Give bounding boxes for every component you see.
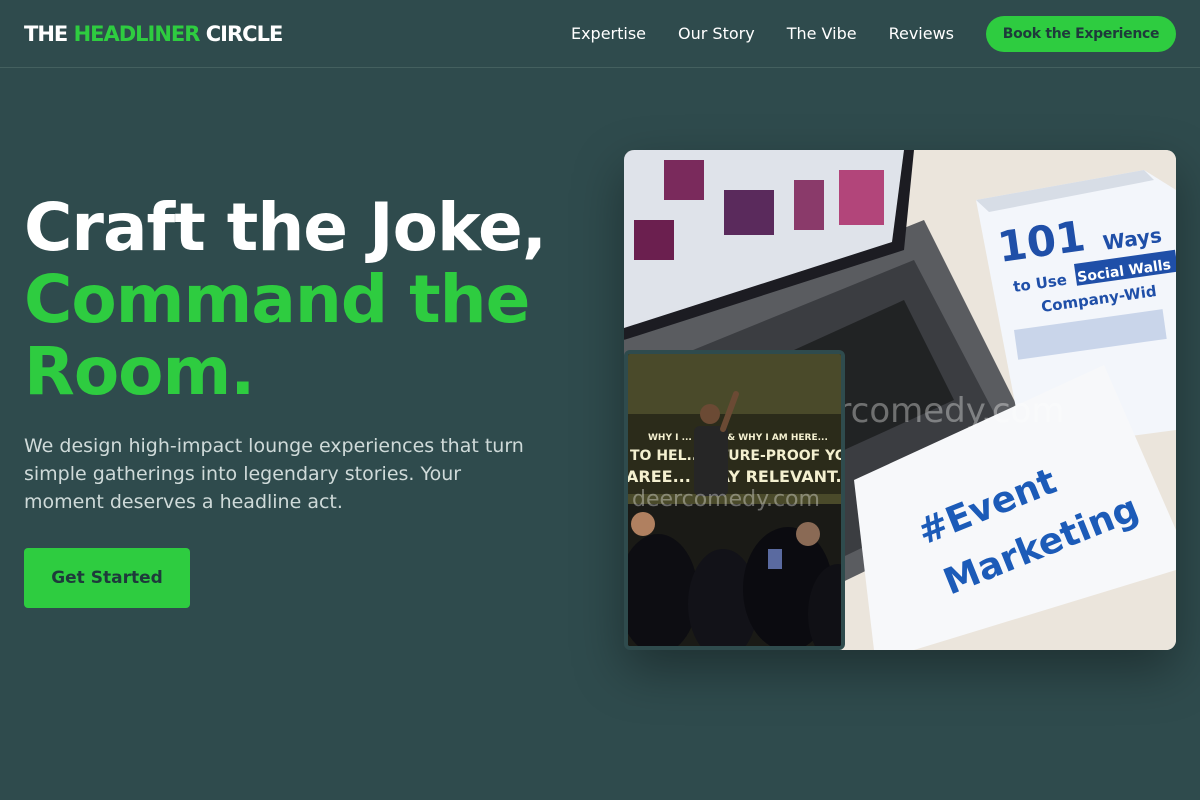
nav-link-expertise[interactable]: Expertise — [571, 24, 646, 43]
hero-title-line-1: Craft the Joke, — [24, 189, 547, 266]
hero-title-line-2: Command the — [24, 261, 530, 338]
logo-part-3: CIRCLE — [199, 21, 284, 46]
nav-link-our-story[interactable]: Our Story — [678, 24, 755, 43]
hero-title: Craft the Joke, Command the Room. — [24, 192, 584, 408]
screen-line-3: AREE... STAY RELEVANT. — [628, 467, 841, 486]
nav-links: Expertise Our Story The Vibe Reviews Boo… — [571, 15, 1176, 52]
hero-title-line-3: Room. — [24, 333, 255, 410]
hero-inset-image: WHY I ... BOOK & WHY I AM HERE... TO HEL… — [624, 350, 845, 650]
site-logo[interactable]: THE HEADLINER CIRCLE — [24, 21, 284, 46]
screen-line-2: TO HEL... UTURE-PROOF YOUR — [630, 448, 841, 464]
nav-link-reviews[interactable]: Reviews — [889, 24, 954, 43]
hero-description: We design high-impact lounge experiences… — [24, 435, 524, 513]
inset-watermark: deercomedy.com — [632, 487, 820, 512]
get-started-button[interactable]: Get Started — [24, 548, 190, 608]
book-experience-button[interactable]: Book the Experience — [986, 15, 1176, 52]
screen-line-1: WHY I ... BOOK & WHY I AM HERE... — [648, 433, 828, 443]
logo-part-1: THE — [24, 21, 74, 46]
nav-link-the-vibe[interactable]: The Vibe — [787, 24, 857, 43]
top-navigation: THE HEADLINER CIRCLE Expertise Our Story… — [0, 0, 1200, 68]
logo-part-2: HEADLINER — [73, 21, 201, 46]
